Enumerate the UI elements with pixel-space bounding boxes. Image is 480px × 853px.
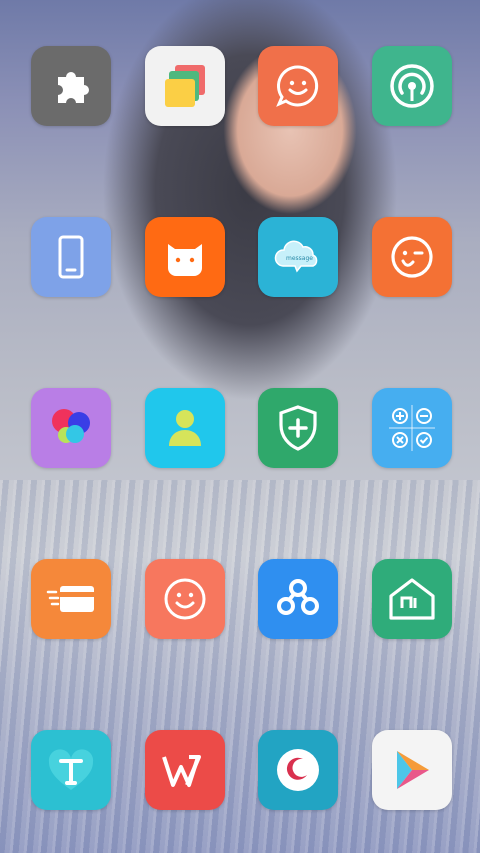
smile-chat-icon [276, 65, 319, 107]
app-security[interactable] [258, 388, 338, 468]
cloud-link-icon [277, 579, 319, 615]
app-broadcast[interactable] [372, 46, 452, 126]
person-icon [169, 410, 201, 446]
puzzle-icon [58, 72, 89, 103]
app-wallet[interactable] [31, 559, 111, 639]
color-circles-icon [52, 409, 90, 443]
app-contacts[interactable] [145, 388, 225, 468]
svg-text:message: message [286, 255, 313, 262]
smile-face-icon [164, 578, 206, 620]
wink-face-icon [391, 236, 433, 278]
card-icon [46, 586, 94, 612]
mi-bunny-icon [168, 244, 202, 276]
calculator-icon [389, 405, 435, 451]
mi-house-icon [389, 578, 435, 620]
app-fonts[interactable] [31, 730, 111, 810]
app-messaging[interactable] [258, 46, 338, 126]
phone-icon [58, 235, 84, 279]
app-mi-home[interactable] [372, 559, 452, 639]
app-mood[interactable] [145, 559, 225, 639]
app-feedback[interactable] [372, 217, 452, 297]
app-night-mode[interactable] [258, 730, 338, 810]
themes-cards-icon [165, 65, 205, 107]
moon-icon [277, 749, 319, 791]
play-triangle-icon [397, 751, 429, 789]
message-cloud-icon: message [274, 240, 318, 273]
app-themes[interactable] [145, 46, 225, 126]
app-cloud-drive[interactable] [258, 559, 338, 639]
app-calculator[interactable] [372, 388, 452, 468]
wps-icon [162, 755, 201, 787]
app-grid: message [0, 0, 480, 853]
app-phone-manager[interactable] [31, 217, 111, 297]
app-mi-community[interactable] [145, 217, 225, 297]
app-play-store[interactable] [372, 730, 452, 810]
app-gallery[interactable] [31, 388, 111, 468]
app-plugins[interactable] [31, 46, 111, 126]
heart-t-icon [48, 749, 94, 790]
radio-signal-icon [390, 64, 434, 108]
app-wps-office[interactable] [145, 730, 225, 810]
app-messages[interactable]: message [258, 217, 338, 297]
shield-plus-icon [279, 405, 317, 451]
